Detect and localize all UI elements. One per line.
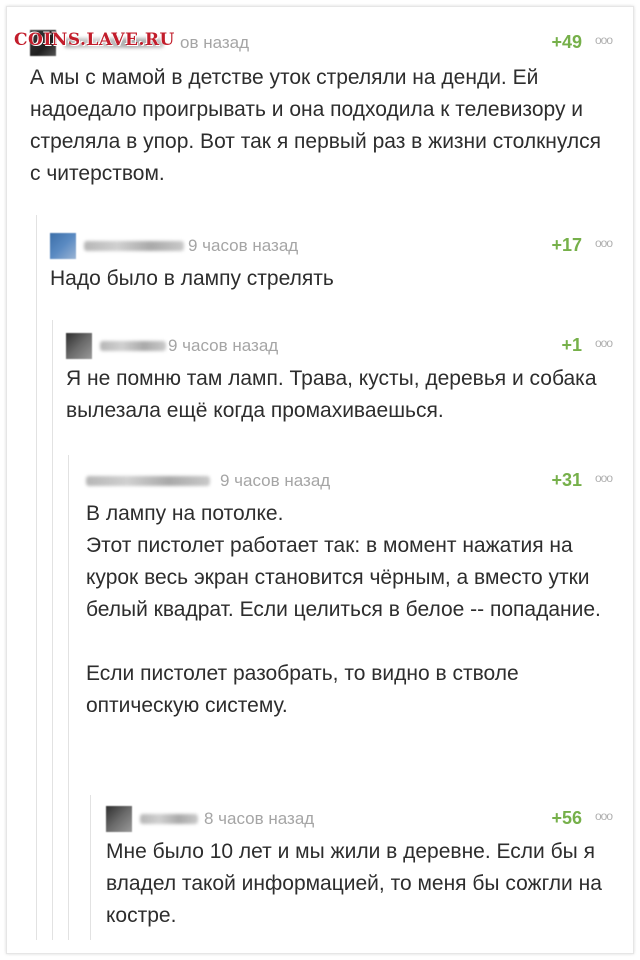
comment-header: 8 часов назад +56 ooo	[106, 806, 613, 832]
thread-line	[68, 455, 69, 940]
username-blurred[interactable]	[100, 341, 166, 351]
comment-text: Надо было в лампу стрелять	[50, 267, 334, 290]
comment-text: В лампу на потолке. Этот пистолет работа…	[86, 502, 601, 717]
comment: 9 часов назад +1 ooo Я не помню там ламп…	[66, 333, 613, 427]
username-blurred[interactable]	[86, 476, 210, 486]
comment-header: 9 часов назад +1 ooo	[66, 333, 613, 359]
comment-score: +17	[551, 235, 582, 255]
watermark: COINS.LAVE.RU	[14, 30, 175, 50]
comment-header: 9 часов назад +17 ooo	[50, 233, 613, 259]
comment: ов назад +49 ooo А мы с мамой в детстве …	[30, 30, 613, 190]
comment-header: 9 часов назад +31 ooo	[86, 468, 613, 494]
more-options-icon[interactable]: ooo	[595, 336, 613, 350]
comment-time: 8 часов назад	[204, 809, 315, 828]
comment-score: +1	[561, 335, 582, 355]
comment: 9 часов назад +31 ooo В лампу на потолке…	[86, 468, 613, 722]
comment-text: Мне было 10 лет и мы жили в деревне. Есл…	[106, 840, 602, 927]
comment-score: +56	[551, 808, 582, 828]
comment-time: 9 часов назад	[220, 471, 331, 490]
thread-line	[90, 795, 91, 940]
comment-time: ов назад	[180, 33, 250, 52]
comment-time: 9 часов назад	[188, 236, 299, 255]
comment-time: 9 часов назад	[168, 336, 279, 355]
avatar[interactable]	[106, 806, 132, 832]
thread-line	[36, 215, 37, 940]
username-blurred[interactable]	[84, 241, 184, 251]
comment-score: +49	[551, 32, 582, 52]
avatar[interactable]	[66, 333, 92, 359]
more-options-icon[interactable]: ooo	[595, 33, 613, 47]
more-options-icon[interactable]: ooo	[595, 809, 613, 823]
comment: 9 часов назад +17 ooo Надо было в лампу …	[50, 233, 613, 295]
thread-line	[52, 320, 53, 940]
comment-text: Я не помню там ламп. Трава, кусты, дерев…	[66, 367, 597, 422]
comment: 8 часов назад +56 ooo Мне было 10 лет и …	[106, 806, 613, 932]
comment-text: А мы с мамой в детстве уток стреляли на …	[30, 66, 602, 185]
more-options-icon[interactable]: ooo	[595, 471, 613, 485]
avatar[interactable]	[50, 233, 76, 259]
username-blurred[interactable]	[140, 814, 198, 824]
more-options-icon[interactable]: ooo	[595, 236, 613, 250]
comment-score: +31	[551, 470, 582, 490]
